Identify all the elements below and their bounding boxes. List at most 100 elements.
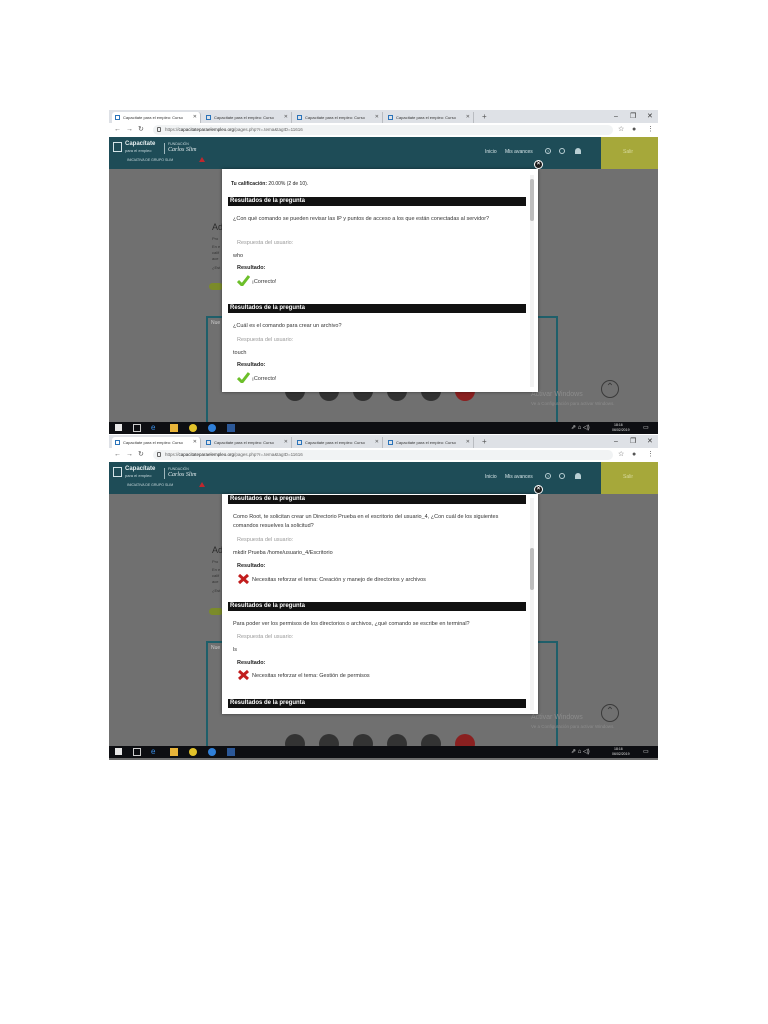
user-answer-label: Respuesta del usuario: xyxy=(237,337,294,343)
settings-icon[interactable] xyxy=(559,148,565,154)
star-icon[interactable]: ☆ xyxy=(618,448,624,462)
start-icon[interactable] xyxy=(115,424,122,431)
cross-icon xyxy=(238,669,249,681)
profile-icon[interactable]: ● xyxy=(632,448,636,462)
user-answer: mkdir Prueba /home/usuario_4/Escritorio xyxy=(233,550,333,556)
question-text: ¿Cuál es el comando para crear un archiv… xyxy=(233,323,342,329)
browser-tab[interactable]: Capacítate para el empleo: Curso ✕ xyxy=(203,437,292,448)
system-tray-icons[interactable]: ⇗ ⌂ ◁) xyxy=(571,746,590,758)
close-modal-icon[interactable]: × xyxy=(534,485,543,494)
grade-text: Tu calificación: 20.00% (2 de 10). xyxy=(231,181,309,187)
scroll-up-icon[interactable]: ⌃ xyxy=(601,704,619,722)
minimize-icon[interactable]: – xyxy=(614,110,618,123)
start-button[interactable] xyxy=(209,608,223,615)
new-tab-icon[interactable]: + xyxy=(482,436,487,447)
address-bar: ← → ↻ https://capacitateparaelempleo.org… xyxy=(109,448,658,463)
logo-mark-icon xyxy=(113,467,122,477)
nav-inicio[interactable]: Inicio xyxy=(485,474,497,480)
close-tab-icon[interactable]: ✕ xyxy=(284,437,288,448)
forward-icon[interactable]: → xyxy=(126,448,133,462)
scroll-up-icon[interactable]: ⌃ xyxy=(601,380,619,398)
bell-icon[interactable] xyxy=(575,473,581,479)
close-window-icon[interactable]: ✕ xyxy=(647,435,653,448)
clock-date[interactable]: 06/02/2019 xyxy=(612,751,630,757)
close-tab-icon[interactable]: ✕ xyxy=(375,112,379,123)
restore-icon[interactable]: ❐ xyxy=(630,435,636,448)
site-logo[interactable]: Capacítate para el empleo INICIATIVA DE … xyxy=(113,466,205,490)
modal-scrollbar[interactable] xyxy=(530,175,534,387)
close-tab-icon[interactable]: ✕ xyxy=(193,112,197,123)
nav-mis-avances[interactable]: Mis avances xyxy=(505,149,533,155)
chrome-icon[interactable] xyxy=(189,748,197,756)
scrollbar-thumb[interactable] xyxy=(530,179,534,221)
profile-icon[interactable]: ● xyxy=(632,123,636,137)
help-icon[interactable]: ? xyxy=(545,148,551,154)
close-modal-icon[interactable]: × xyxy=(534,160,543,169)
restore-icon[interactable]: ❐ xyxy=(630,110,636,123)
word-icon[interactable] xyxy=(227,424,235,432)
word-icon[interactable] xyxy=(227,748,235,756)
logo-mark-icon xyxy=(113,142,122,152)
system-tray-icons[interactable]: ⇗ ⌂ ◁) xyxy=(571,422,590,434)
modal-scrollbar[interactable] xyxy=(530,498,534,710)
close-tab-icon[interactable]: ✕ xyxy=(193,437,197,448)
help-icon[interactable]: ? xyxy=(545,473,551,479)
browser-tab[interactable]: Capacítate para el empleo: Curso ✕ xyxy=(385,112,474,123)
results-header: Resultados de la pregunta xyxy=(228,197,526,206)
scrollbar-thumb[interactable] xyxy=(530,548,534,590)
page-icon xyxy=(388,115,393,120)
settings-icon[interactable] xyxy=(559,473,565,479)
browser-tab[interactable]: Capacítate para el empleo: Curso ✕ xyxy=(385,437,474,448)
minimize-icon[interactable]: – xyxy=(614,435,618,448)
app-icon[interactable] xyxy=(208,424,216,432)
url-field[interactable]: https://capacitateparaelempleo.org/pages… xyxy=(153,450,613,460)
reload-icon[interactable]: ↻ xyxy=(138,123,144,137)
user-answer: touch xyxy=(233,350,247,356)
forward-icon[interactable]: → xyxy=(126,123,133,137)
start-icon[interactable] xyxy=(115,748,122,755)
task-view-icon[interactable] xyxy=(133,424,141,432)
clock-date[interactable]: 06/02/2019 xyxy=(612,427,630,433)
menu-icon[interactable]: ⋮ xyxy=(647,123,654,137)
file-explorer-icon[interactable] xyxy=(170,748,178,756)
nav-inicio[interactable]: Inicio xyxy=(485,149,497,155)
back-icon[interactable]: ← xyxy=(114,123,121,137)
app-icon[interactable] xyxy=(208,748,216,756)
browser-tab[interactable]: Capacítate para el empleo: Curso ✕ xyxy=(112,112,201,123)
close-tab-icon[interactable]: ✕ xyxy=(375,437,379,448)
user-menu[interactable]: Salir xyxy=(601,137,658,169)
bell-icon[interactable] xyxy=(575,148,581,154)
browser-tab[interactable]: Capacítate para el empleo: Curso ✕ xyxy=(112,437,201,448)
close-tab-icon[interactable]: ✕ xyxy=(466,437,470,448)
windows-taskbar: e ⇗ ⌂ ◁) 18:16 06/02/2019 ▭ xyxy=(109,746,658,758)
new-tab-icon[interactable]: + xyxy=(482,111,487,122)
back-icon[interactable]: ← xyxy=(114,448,121,462)
notification-icon[interactable]: ▭ xyxy=(643,746,649,758)
edge-icon[interactable]: e xyxy=(151,424,159,432)
nav-mis-avances[interactable]: Mis avances xyxy=(505,474,533,480)
screenshot-2: Capacítate para el empleo: Curso ✕ Capací… xyxy=(109,435,658,760)
user-menu[interactable]: Salir xyxy=(601,462,658,494)
url-field[interactable]: https://capacitateparaelempleo.org/pages… xyxy=(153,125,613,135)
file-explorer-icon[interactable] xyxy=(170,424,178,432)
windows-taskbar: e ⇗ ⌂ ◁) 18:16 06/02/2019 ▭ xyxy=(109,422,658,434)
browser-tab[interactable]: Capacítate para el empleo: Curso ✕ xyxy=(203,112,292,123)
star-icon[interactable]: ☆ xyxy=(618,123,624,137)
results-header: Resultados de la pregunta xyxy=(228,495,526,504)
browser-tab[interactable]: Capacítate para el empleo: Curso ✕ xyxy=(294,112,383,123)
start-button[interactable] xyxy=(209,283,223,290)
chrome-icon[interactable] xyxy=(189,424,197,432)
menu-icon[interactable]: ⋮ xyxy=(647,448,654,462)
close-window-icon[interactable]: ✕ xyxy=(647,110,653,123)
reload-icon[interactable]: ↻ xyxy=(138,448,144,462)
question-text: ¿Con qué comando se pueden revisar las I… xyxy=(233,216,490,222)
task-view-icon[interactable] xyxy=(133,748,141,756)
results-header: Resultados de la pregunta xyxy=(228,602,526,611)
browser-tab[interactable]: Capacítate para el empleo: Curso ✕ xyxy=(294,437,383,448)
edge-icon[interactable]: e xyxy=(151,748,159,756)
page-icon xyxy=(297,115,302,120)
site-logo[interactable]: Capacítate para el empleo INICIATIVA DE … xyxy=(113,141,205,165)
notification-icon[interactable]: ▭ xyxy=(643,422,649,434)
close-tab-icon[interactable]: ✕ xyxy=(466,112,470,123)
close-tab-icon[interactable]: ✕ xyxy=(284,112,288,123)
